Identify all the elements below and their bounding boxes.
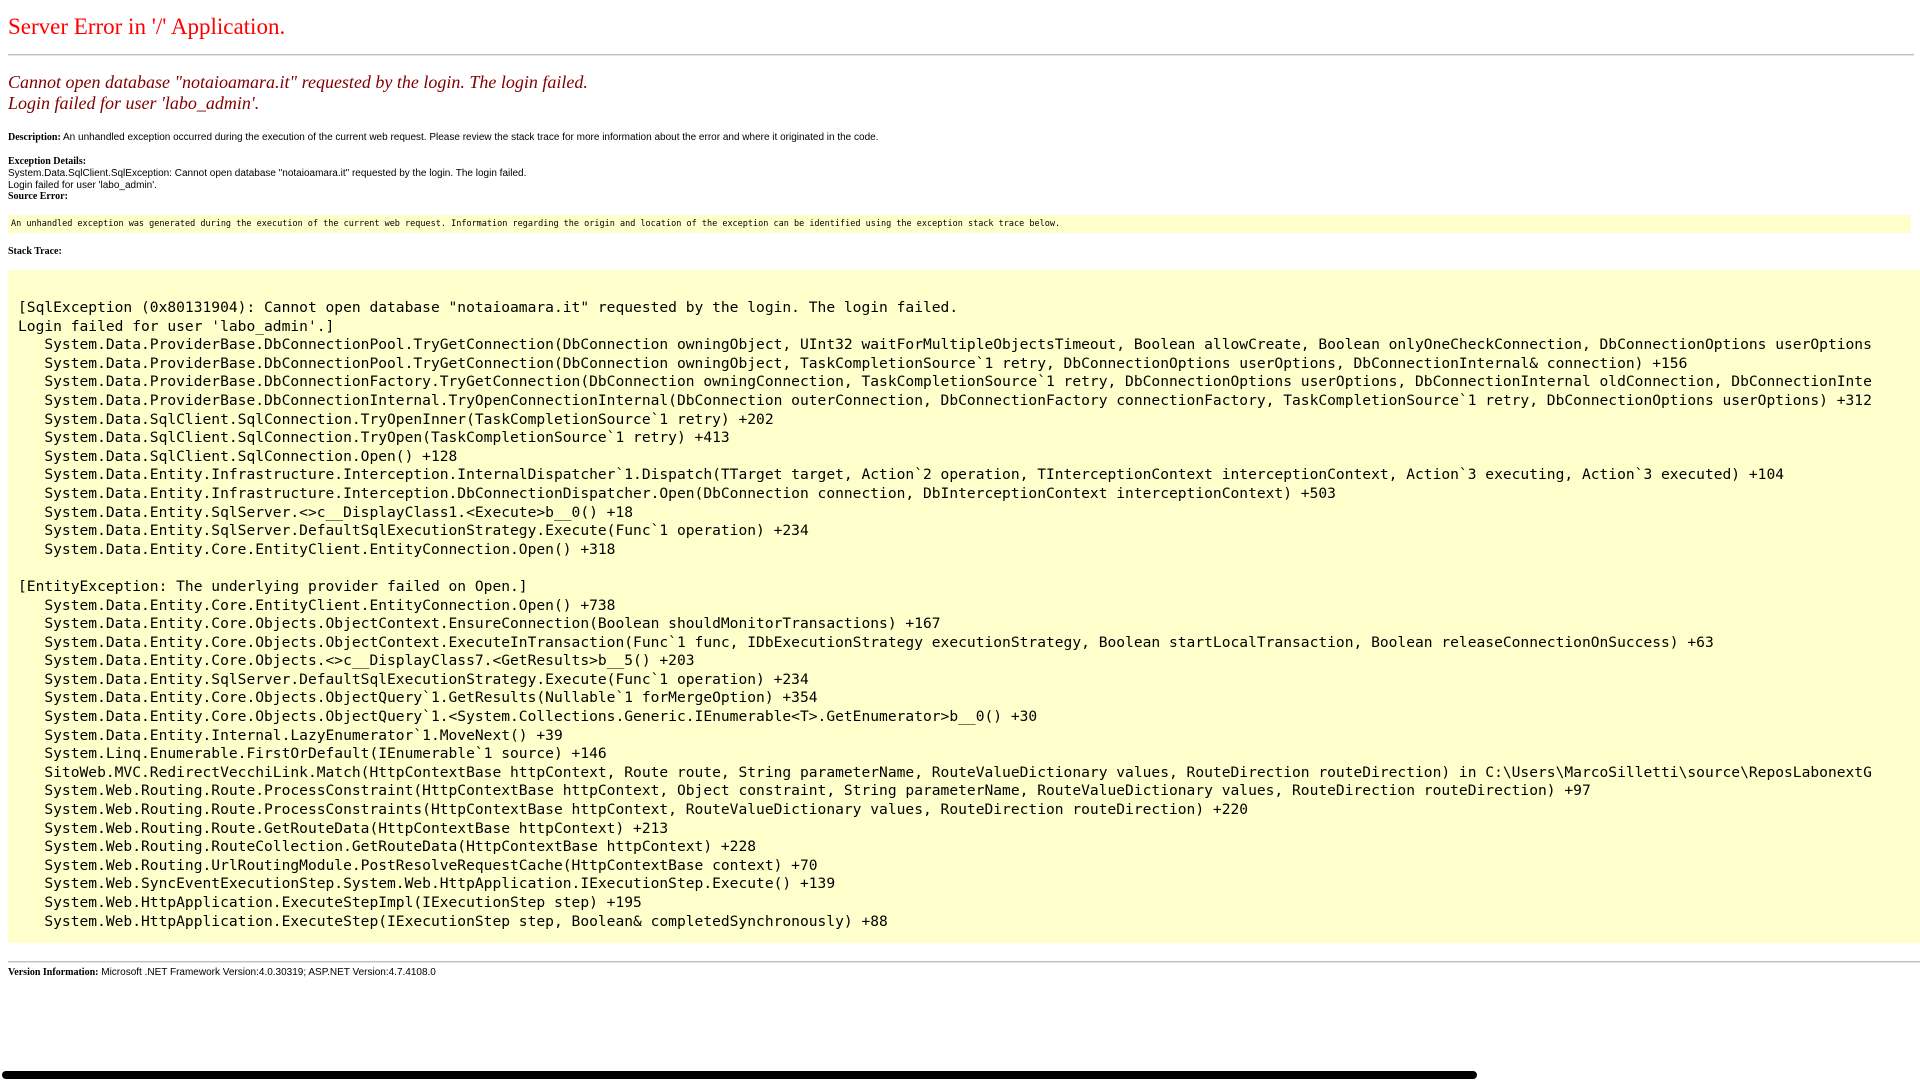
- stack-trace-line: System.Data.Entity.SqlServer.<>c__Displa…: [18, 503, 634, 521]
- stack-trace-line: Login failed for user 'labo_admin'.]: [18, 317, 335, 335]
- stack-trace-line: System.Data.Entity.Infrastructure.Interc…: [18, 466, 1785, 484]
- stack-trace-line: System.Data.Entity.Core.Objects.ObjectQu…: [18, 689, 818, 707]
- version-information: Version Information: Microsoft .NET Fram…: [8, 967, 436, 979]
- stack-trace-line: System.Linq.Enumerable.FirstOrDefault(IE…: [18, 745, 607, 763]
- error-message: Cannot open database "notaioamara.it" re…: [8, 72, 588, 114]
- title-divider: [8, 54, 1914, 56]
- stack-trace-box: [SqlException (0x80131904): Cannot open …: [8, 270, 1920, 943]
- exception-details-label: Exception Details:: [8, 156, 87, 167]
- stack-trace-line: System.Data.ProviderBase.DbConnectionInt…: [18, 391, 1872, 409]
- version-information-text: Microsoft .NET Framework Version:4.0.303…: [98, 967, 436, 978]
- stack-trace-line: System.Data.Entity.Core.Objects.ObjectCo…: [18, 633, 1714, 651]
- page-title: Server Error in '/' Application.: [8, 14, 286, 39]
- stack-trace-line: System.Data.ProviderBase.DbConnectionPoo…: [18, 354, 1688, 372]
- stack-trace-line: System.Data.ProviderBase.DbConnectionFac…: [18, 373, 1872, 391]
- stack-trace-line: System.Data.Entity.Core.EntityClient.Ent…: [18, 596, 616, 614]
- stack-trace-line: System.Data.Entity.Core.Objects.ObjectCo…: [18, 615, 941, 633]
- stack-trace-line: System.Data.SqlClient.SqlConnection.TryO…: [18, 410, 774, 428]
- error-message-line-2: Login failed for user 'labo_admin'.: [8, 93, 260, 113]
- stack-trace-line: System.Data.Entity.Core.Objects.<>c__Dis…: [18, 652, 695, 670]
- exception-details: Exception Details: System.Data.SqlClient…: [8, 156, 526, 192]
- exception-details-text-2: Login failed for user 'labo_admin'.: [8, 180, 157, 191]
- error-message-line-1: Cannot open database "notaioamara.it" re…: [8, 72, 588, 92]
- stack-trace-line: System.Data.SqlClient.SqlConnection.TryO…: [18, 429, 730, 447]
- stack-trace-lines: [SqlException (0x80131904): Cannot open …: [18, 299, 1872, 931]
- stack-trace-line: System.Data.Entity.Core.Objects.ObjectQu…: [18, 708, 1038, 726]
- description-label: Description:: [8, 132, 61, 143]
- stack-trace-line: System.Web.SyncEventExecutionStep.System…: [18, 875, 836, 893]
- stack-trace-line: System.Web.Routing.Route.GetRouteData(Ht…: [18, 819, 669, 837]
- stack-trace-line: System.Web.HttpApplication.ExecuteStepIm…: [18, 894, 642, 911]
- footer-divider: [8, 961, 1920, 963]
- stack-trace-line: System.Data.SqlClient.SqlConnection.Open…: [18, 447, 458, 465]
- horizontal-scrollbar[interactable]: [2, 1071, 1477, 1079]
- source-error-heading: Source Error:: [8, 191, 68, 203]
- stack-trace-line: System.Data.Entity.SqlServer.DefaultSqlE…: [18, 522, 809, 540]
- stack-trace-label: Stack Trace:: [8, 246, 62, 257]
- stack-trace-line: System.Data.ProviderBase.DbConnectionPoo…: [18, 336, 1872, 354]
- stack-trace-line: System.Web.Routing.RouteCollection.GetRo…: [18, 838, 757, 856]
- stack-trace-line: System.Web.Routing.Route.ProcessConstrai…: [18, 782, 1591, 800]
- source-error-label: Source Error:: [8, 191, 68, 202]
- source-error-box: An unhandled exception was generated dur…: [8, 215, 1911, 233]
- stack-trace-line: SitoWeb.MVC.RedirectVecchiLink.Match(Htt…: [18, 763, 1872, 781]
- stack-trace-line: System.Data.Entity.Core.EntityClient.Ent…: [18, 540, 616, 558]
- stack-trace-line: System.Web.Routing.Route.ProcessConstrai…: [18, 801, 1249, 819]
- stack-trace-line: [SqlException (0x80131904): Cannot open …: [18, 299, 959, 316]
- stack-trace-line: [18, 559, 1872, 578]
- description: Description: An unhandled exception occu…: [8, 132, 878, 144]
- stack-trace-line: System.Web.Routing.UrlRoutingModule.Post…: [18, 856, 818, 874]
- version-information-label: Version Information:: [8, 967, 99, 978]
- stack-trace-line: System.Data.Entity.SqlServer.DefaultSqlE…: [18, 670, 809, 688]
- stack-trace-line: System.Data.Entity.Internal.LazyEnumerat…: [18, 726, 563, 744]
- description-text: An unhandled exception occurred during t…: [60, 132, 879, 143]
- stack-trace-line: System.Data.Entity.Infrastructure.Interc…: [18, 484, 1336, 502]
- error-page: Server Error in '/' Application. Cannot …: [8, 0, 1920, 1080]
- stack-trace-line: System.Web.HttpApplication.ExecuteStep(I…: [18, 912, 888, 930]
- stack-trace-line: [EntityException: The underlying provide…: [18, 577, 528, 595]
- stack-trace-heading: Stack Trace:: [8, 246, 62, 258]
- exception-details-text: System.Data.SqlClient.SqlException: Cann…: [8, 168, 527, 179]
